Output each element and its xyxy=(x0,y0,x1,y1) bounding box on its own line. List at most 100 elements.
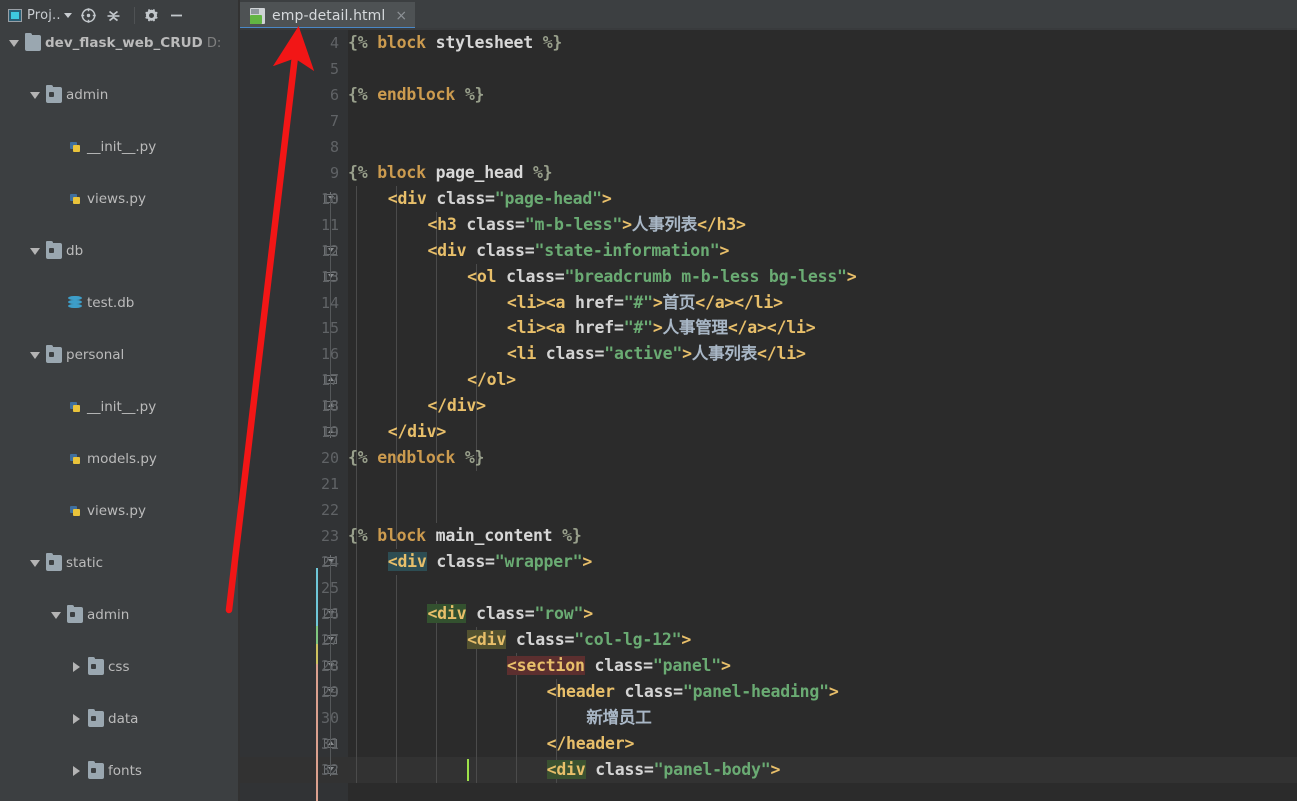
code-line[interactable]: <li class="active">人事列表</li> xyxy=(507,341,806,367)
hide-panel-icon[interactable] xyxy=(166,4,188,26)
tree-item-admin[interactable]: admin xyxy=(0,602,238,628)
code-line[interactable]: <div class="state-information"> xyxy=(427,238,729,264)
tree-item--init-py[interactable]: __init__.py xyxy=(0,394,238,420)
code-line[interactable]: <h3 class="m-b-less">人事列表</h3> xyxy=(427,212,745,238)
chevron-down-icon[interactable] xyxy=(29,238,41,264)
tree-item-views-py[interactable]: views.py xyxy=(0,498,238,524)
tree-item-label: static xyxy=(66,555,104,571)
locate-target-icon[interactable] xyxy=(78,4,100,26)
line-number: 21 xyxy=(320,475,339,494)
code-token: "state-information" xyxy=(534,240,720,260)
chevron-right-icon[interactable] xyxy=(71,706,83,732)
tree-item-label: css xyxy=(108,659,130,675)
code-line[interactable]: {% block main_content %} xyxy=(348,523,582,549)
tree-item-db[interactable]: db xyxy=(0,238,238,264)
code-token: class= xyxy=(536,344,605,364)
code-token: "active" xyxy=(604,344,683,364)
code-line[interactable]: 新增员工 xyxy=(586,705,651,731)
code-token: 新增员工 xyxy=(586,707,652,727)
code-token: > xyxy=(846,266,857,286)
tree-item-data[interactable]: data xyxy=(0,706,238,732)
project-view-selector[interactable]: Proj.. xyxy=(8,4,72,26)
settings-gear-icon[interactable] xyxy=(141,4,163,26)
code-token: <h3 xyxy=(427,214,457,234)
code-line[interactable]: <div class="col-lg-12"> xyxy=(467,627,691,653)
code-line[interactable]: {% block page_head %} xyxy=(348,160,553,186)
code-line[interactable]: <div class="panel-body"> xyxy=(546,757,781,783)
collapse-all-icon[interactable] xyxy=(103,4,125,26)
code-token: "#" xyxy=(623,292,653,312)
code-line[interactable]: <section class="panel"> xyxy=(506,653,731,679)
code-token: > xyxy=(828,681,839,701)
code-token: <div xyxy=(467,629,507,649)
code-line[interactable]: </div> xyxy=(388,419,447,445)
code-token: "page-head" xyxy=(494,188,602,208)
line-number: 11 xyxy=(320,215,339,234)
close-icon[interactable]: × xyxy=(395,9,407,23)
code-token: "panel-body" xyxy=(653,759,771,779)
code-line[interactable]: {% endblock %} xyxy=(348,82,484,108)
tree-item-test-db[interactable]: test.db xyxy=(0,290,238,316)
tree-item-dev-flask-web-crud[interactable]: dev_flask_web_CRUD D: xyxy=(0,30,238,56)
tree-item-css[interactable]: css xyxy=(0,654,238,680)
code-token: </header> xyxy=(546,733,635,753)
code-token: <div xyxy=(427,240,467,260)
code-line[interactable]: <div class="page-head"> xyxy=(388,186,612,212)
code-line[interactable]: <ol class="breadcrumb m-b-less bg-less"> xyxy=(467,264,857,290)
tree-item-static[interactable]: static xyxy=(0,550,238,576)
code-line[interactable]: {% block stylesheet %} xyxy=(348,30,562,56)
code-line[interactable]: <li><a href="#">首页</a></li> xyxy=(507,290,783,316)
code-token: "breadcrumb m-b-less bg-less" xyxy=(564,266,847,286)
code-token: > xyxy=(719,240,730,260)
editor-gutter[interactable]: 4 5 6 7 8 9 10 11 12 13 14 15 16 17 18 19 20 21 22 23 24 25 26… xyxy=(240,30,348,801)
chevron-down-icon[interactable] xyxy=(29,342,41,368)
project-tree[interactable]: dev_flask_web_CRUD D: admin __init__.py vie… xyxy=(0,30,238,801)
code-line[interactable]: </header> xyxy=(547,731,635,757)
tree-item-personal[interactable]: personal xyxy=(0,342,238,368)
editor-tab-emp-detail[interactable]: emp-detail.html × xyxy=(240,2,416,30)
line-number: 10 xyxy=(320,189,339,208)
code-token: > xyxy=(682,344,692,364)
code-line[interactable]: <div class="row"> xyxy=(427,601,593,627)
code-token: class= xyxy=(506,629,575,649)
chevron-down-icon[interactable] xyxy=(50,602,62,628)
code-token: href= xyxy=(565,292,624,312)
code-token: > xyxy=(770,759,781,779)
code-line[interactable]: <li><a href="#">人事管理</a></li> xyxy=(507,315,816,341)
line-number: 24 xyxy=(320,553,339,571)
project-folder-icon xyxy=(25,33,41,51)
code-token: </div> xyxy=(427,396,486,416)
chevron-right-icon[interactable] xyxy=(71,654,83,680)
code-token: {% xyxy=(348,33,378,52)
tree-item-fonts[interactable]: fonts xyxy=(0,758,238,784)
tree-item-views-py[interactable]: views.py xyxy=(0,186,238,212)
tree-item-models-py[interactable]: models.py xyxy=(0,446,238,472)
tree-item-label: personal xyxy=(66,347,125,363)
tree-item-admin[interactable]: admin xyxy=(0,82,238,108)
code-line[interactable]: <div class="wrapper"> xyxy=(387,549,592,575)
code-token: href= xyxy=(565,318,624,338)
tree-item--init-py[interactable]: __init__.py xyxy=(0,134,238,160)
chevron-down-icon[interactable] xyxy=(29,82,41,108)
editor-area: emp-detail.html × 4 5 6 7 8 9 10 11 12 13 14 15 16 17… xyxy=(240,0,1297,801)
indent-guide xyxy=(356,185,357,575)
code-line[interactable]: {% endblock %} xyxy=(348,445,484,471)
code-token: 人事管理 xyxy=(662,318,728,338)
chevron-down-icon[interactable] xyxy=(8,30,20,56)
code-token: "wrapper" xyxy=(494,552,583,571)
code-token: class= xyxy=(456,214,525,234)
code-token: class= xyxy=(614,681,683,701)
code-token: > xyxy=(721,655,731,675)
code-line[interactable]: </div> xyxy=(427,393,486,419)
code-token: > xyxy=(601,188,612,208)
editor-code-canvas[interactable]: {% block stylesheet %} {% endblock %} {% b… xyxy=(348,30,1297,801)
code-token: class= xyxy=(466,603,535,623)
chevron-right-icon[interactable] xyxy=(71,758,83,784)
line-number: 5 xyxy=(329,59,339,78)
tree-item-label: data xyxy=(108,711,139,727)
code-line[interactable]: </ol> xyxy=(467,367,516,393)
code-line[interactable]: <header class="panel-heading"> xyxy=(547,679,839,705)
html-file-icon xyxy=(250,8,265,24)
line-number: 31 xyxy=(320,734,339,753)
chevron-down-icon[interactable] xyxy=(29,550,41,576)
